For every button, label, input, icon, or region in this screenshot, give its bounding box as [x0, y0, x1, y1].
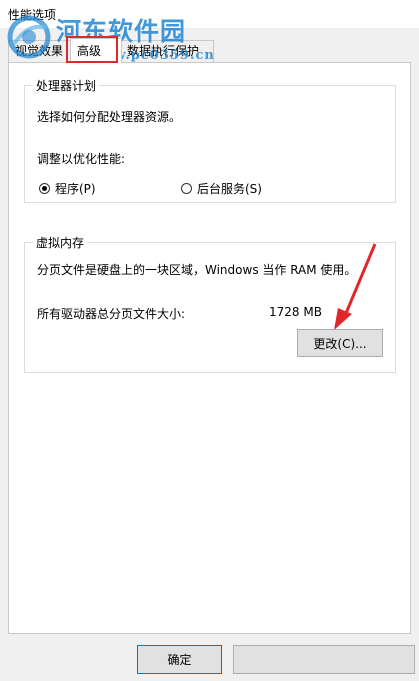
title-bar[interactable]: 性能选项	[0, 0, 419, 28]
processor-scheduling-group: 处理器计划 选择如何分配处理器资源。 调整以优化性能: 程序(P) 后台服务(S…	[24, 77, 396, 203]
tab-advanced[interactable]: 高级	[70, 38, 122, 63]
performance-options-dialog: 性能选项 视觉效果 高级 数据执行保护 河东软件园 www.pc0359.cn …	[0, 0, 419, 681]
cancel-button[interactable]	[233, 645, 415, 674]
tab-data-execution-prevention[interactable]: 数据执行保护	[120, 40, 214, 62]
adjust-performance-label: 调整以优化性能:	[37, 152, 126, 166]
ok-button[interactable]: 确定	[137, 645, 222, 674]
processor-scheduling-legend: 处理器计划	[33, 77, 100, 94]
total-paging-size-value: 1728 MB	[269, 305, 322, 319]
processor-scheduling-description: 选择如何分配处理器资源。	[37, 110, 182, 124]
virtual-memory-description: 分页文件是硬盘上的一块区域，Windows 当作 RAM 使用。	[37, 263, 357, 277]
programs-radio[interactable]	[39, 183, 50, 194]
background-services-radio[interactable]	[181, 183, 192, 194]
tab-strip: 视觉效果 高级 数据执行保护	[8, 38, 411, 63]
tab-visual-effects[interactable]: 视觉效果	[8, 40, 72, 62]
virtual-memory-legend: 虚拟内存	[33, 234, 88, 251]
programs-radio-label[interactable]: 程序(P)	[55, 180, 96, 197]
total-paging-size-label: 所有驱动器总分页文件大小:	[37, 307, 186, 321]
window-title: 性能选项	[8, 8, 57, 22]
change-button[interactable]: 更改(C)...	[297, 329, 383, 357]
background-services-radio-label[interactable]: 后台服务(S)	[197, 180, 262, 197]
